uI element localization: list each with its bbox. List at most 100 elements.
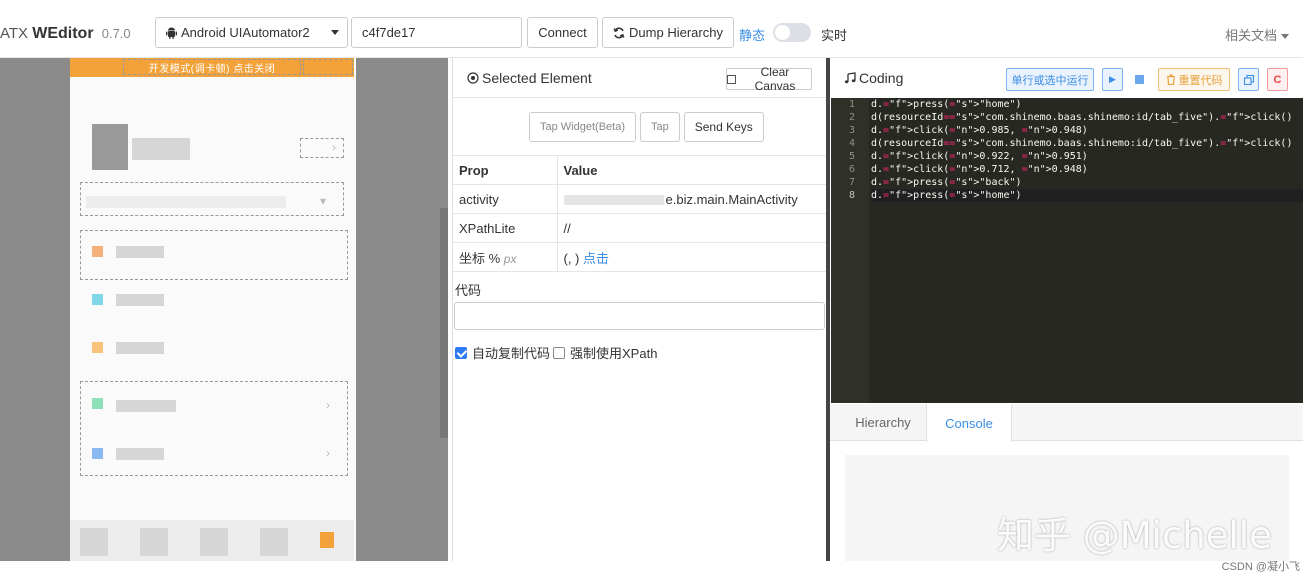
run-selection-button[interactable]: 单行或选中运行 (1006, 68, 1094, 91)
line-number: 4 (848, 138, 855, 149)
reload-icon[interactable]: C (1267, 68, 1288, 91)
auto-copy-label: 自动复制代码 (472, 346, 551, 361)
app-brand: ATX WEditor 0.7.0 (0, 25, 131, 43)
tab-hierarchy[interactable]: Hierarchy (838, 404, 928, 441)
prop-table: Prop Value activity e.biz.main.MainActiv… (453, 155, 828, 272)
code-lines: d.="f">press(="s">"home") d(resourceId==… (871, 98, 1303, 202)
force-xpath-checkbox[interactable] (553, 346, 566, 359)
send-keys-button[interactable]: Send Keys (683, 112, 764, 142)
blurred-tab (80, 528, 108, 556)
code-output-field[interactable] (454, 302, 825, 330)
auto-copy-checkbox[interactable] (455, 346, 467, 359)
crosshair-icon (467, 72, 479, 84)
selected-element-header: Selected Element Clear Canvas (453, 58, 828, 98)
realtime-toggle[interactable] (773, 23, 811, 42)
prop-table-header: Prop Value (453, 155, 828, 185)
code-line: d.="f">click(="n">0.712, ="n">0.948) (871, 164, 1088, 175)
line-number: 3 (848, 125, 855, 136)
top-bar: ATX WEditor 0.7.0 Android UIAutomator2 C… (0, 8, 1303, 58)
line-number: 1 (848, 99, 855, 110)
toggle-knob (775, 25, 790, 40)
mode-static-label: 静态 (739, 28, 766, 43)
selection-outline (300, 138, 344, 158)
chevron-right-icon: › (332, 140, 336, 154)
brand-prefix: ATX (0, 25, 29, 42)
line-number: 5 (848, 151, 855, 162)
menu-item-icon (92, 342, 103, 353)
phone-screenshot[interactable]: 开发模式(调卡顿) 点击关闭 › ▾ › › (70, 58, 356, 561)
docs-menu-label: 相关文档 (1224, 28, 1277, 43)
code-line: d.="f">press(="s">"back") (871, 177, 1022, 188)
coding-title-text: Coding (859, 70, 904, 86)
blurred-tab (260, 528, 288, 556)
device-serial-input[interactable] (351, 17, 522, 48)
blurred-text (116, 246, 164, 258)
android-icon (166, 27, 177, 39)
selection-outline (123, 59, 301, 75)
prop-key: XPathLite (453, 213, 558, 243)
device-screen[interactable]: 开发模式(调卡顿) 点击关闭 › ▾ › › (0, 58, 448, 561)
blurred-text (116, 448, 164, 460)
line-number: 7 (848, 177, 855, 188)
value-column-header: Value (557, 155, 828, 185)
tap-button[interactable]: Tap (639, 112, 680, 142)
blurred-text (116, 294, 164, 306)
activity-value: e.biz.main.MainActivity (665, 191, 798, 207)
blurred-text (116, 342, 164, 354)
platform-select-value: Android UIAutomator2 (181, 25, 310, 40)
tab-console[interactable]: Console (926, 404, 1012, 442)
clear-canvas-button[interactable]: Clear Canvas (726, 65, 812, 93)
menu-item-icon (92, 448, 103, 459)
play-icon[interactable]: ▶ (1102, 68, 1123, 91)
code-line: d.="f">click(="n">0.922, ="n">0.951) (871, 151, 1088, 162)
prop-key: activity (453, 184, 558, 214)
coord-key-label: 坐标 % (459, 250, 501, 266)
trash-icon (1166, 74, 1175, 85)
selection-outline (80, 381, 348, 476)
dump-hierarchy-label: Dump Hierarchy (629, 25, 723, 40)
platform-select[interactable]: Android UIAutomator2 (155, 17, 348, 48)
chevron-down-icon (331, 30, 339, 35)
coding-header: Coding 单行或选中运行 ▶ 重置代码 C (830, 58, 1303, 98)
menu-item-icon (92, 294, 103, 305)
zhihu-watermark: 知乎 @Michelle (997, 514, 1272, 557)
mode-realtime-label: 实时 (821, 28, 848, 43)
stop-icon (1135, 75, 1144, 84)
code-editor[interactable]: 1 2 3 4 5 6 7 8 d.="f">press(="s">"home"… (831, 98, 1303, 403)
copy-icon (1243, 74, 1254, 85)
blurred-text (116, 400, 176, 412)
code-line: d.="f">click(="n">0.985, ="n">0.948) (871, 125, 1088, 136)
docs-menu[interactable]: 相关文档 (1225, 25, 1289, 44)
blurred-text (563, 195, 664, 206)
selected-element-panel: Selected Element Clear Canvas Tap Widget… (452, 58, 828, 561)
tap-widget-button[interactable]: Tap Widget(Beta) (529, 112, 636, 142)
coord-click-link[interactable]: 点击 (583, 251, 609, 266)
prop-value[interactable]: // (557, 213, 828, 243)
coord-unit: px (503, 251, 517, 266)
code-label: 代码 (455, 283, 482, 298)
prop-value[interactable]: e.biz.main.MainActivity (557, 184, 828, 214)
code-line: d(resourceId=="s">"com.shinemo.baas.shin… (871, 112, 1293, 123)
panel-resize-handle[interactable] (440, 208, 448, 438)
code-line: d.="f">press(="s">"home") (871, 99, 1022, 110)
stop-button[interactable] (1129, 68, 1150, 91)
dump-hierarchy-button[interactable]: Dump Hierarchy (602, 17, 734, 48)
chevron-right-icon: › (326, 398, 330, 412)
app-version: 0.7.0 (101, 26, 131, 41)
table-row: XPathLite // (453, 213, 828, 243)
selection-outline (303, 59, 353, 75)
line-number-gutter: 1 2 3 4 5 6 7 8 (831, 98, 869, 403)
code-line: d.="f">press(="s">"home") (871, 189, 1303, 202)
brand-name: WEditor (32, 25, 94, 42)
copy-code-button[interactable] (1238, 68, 1259, 91)
prop-column-header: Prop (453, 155, 558, 185)
connect-button[interactable]: Connect (527, 17, 598, 48)
code-line: d(resourceId=="s">"com.shinemo.baas.shin… (871, 138, 1293, 149)
blurred-text (132, 138, 190, 160)
blurred-avatar (92, 124, 128, 170)
blurred-tab (140, 528, 168, 556)
coord-value: (, ) (563, 250, 580, 266)
refresh-icon (613, 27, 625, 38)
reset-code-button[interactable]: 重置代码 (1158, 68, 1230, 91)
table-row: activity e.biz.main.MainActivity (453, 184, 828, 214)
